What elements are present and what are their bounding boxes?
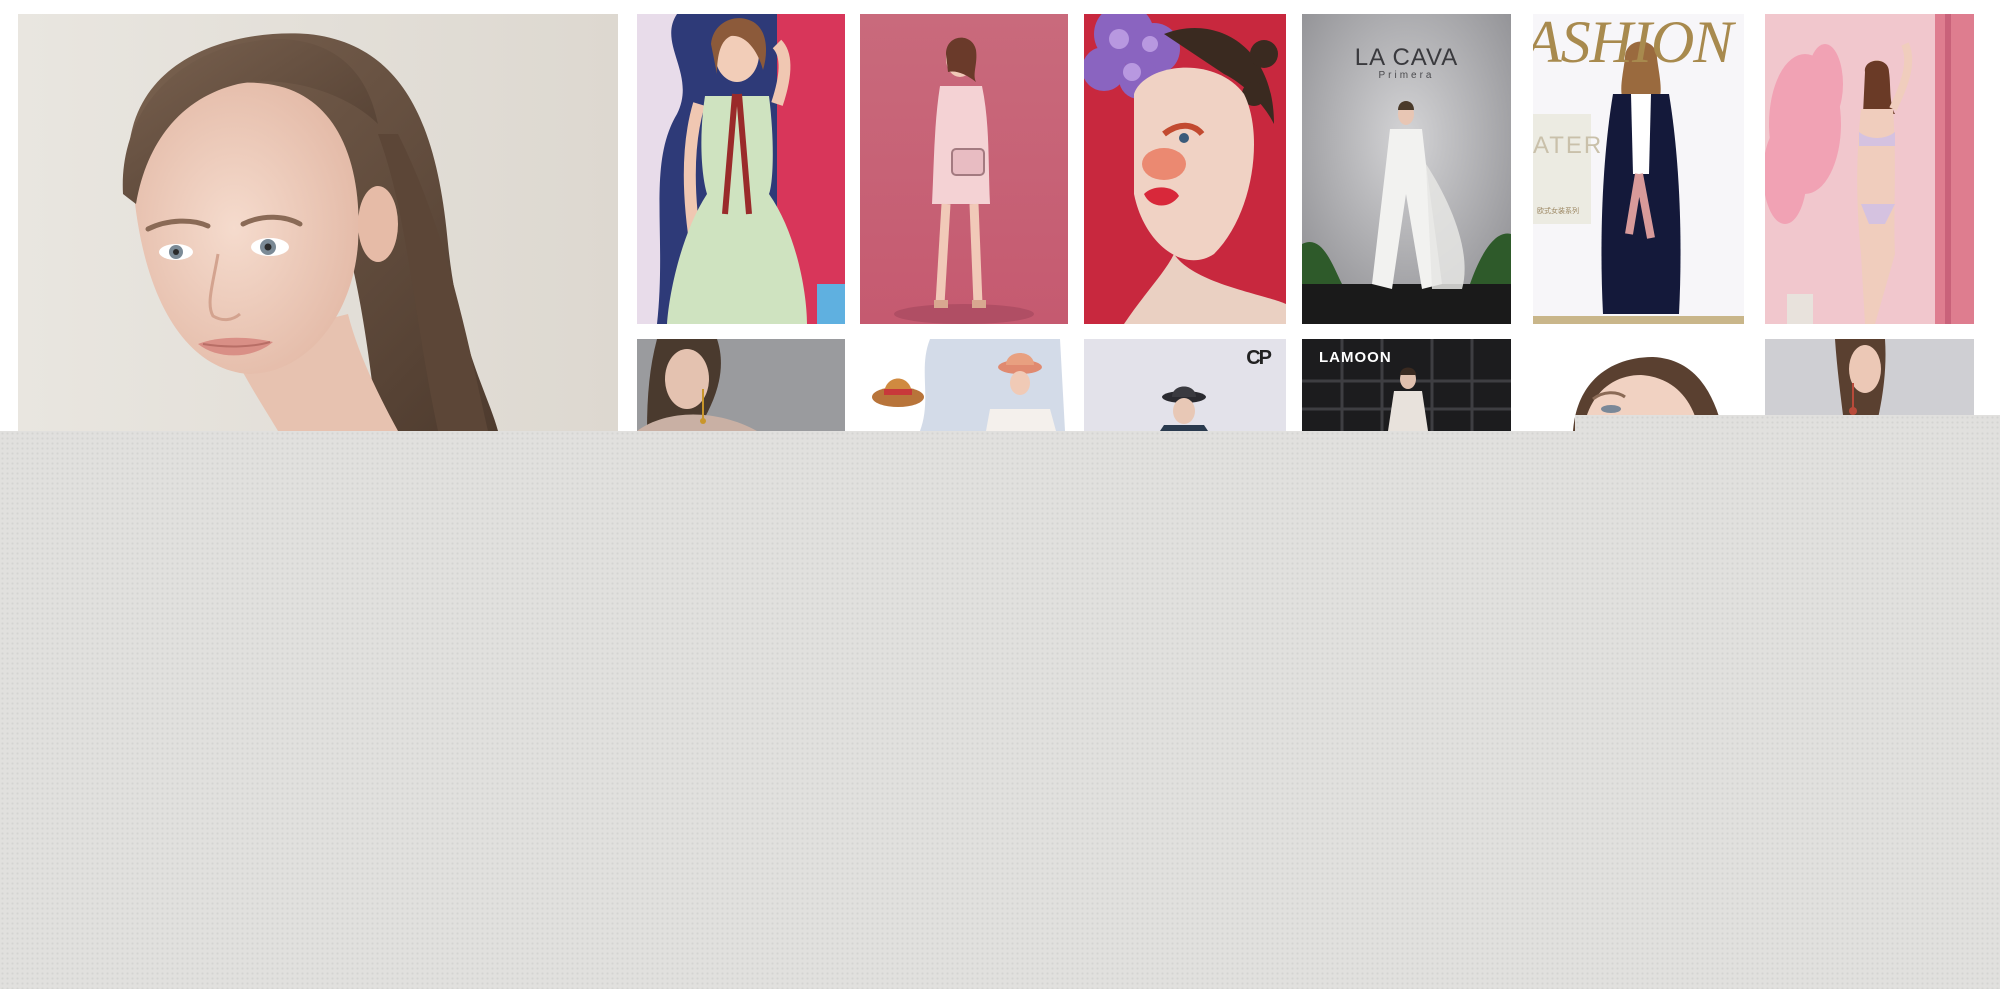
pink-dress-image bbox=[860, 14, 1068, 324]
gallery-tile-pink-dress[interactable] bbox=[860, 14, 1068, 324]
gallery-tile-mint-dress[interactable] bbox=[637, 14, 845, 324]
gallery-tile-hero-portrait[interactable] bbox=[18, 14, 618, 431]
gallery-tile-black-hat[interactable]: CP bbox=[1084, 339, 1286, 431]
navy-cardigan-image bbox=[1533, 14, 1744, 324]
gallery-tile-lace-dress[interactable]: LAMOON bbox=[1302, 339, 1511, 431]
mint-dress-image bbox=[637, 14, 845, 324]
overlay-notch bbox=[1575, 415, 2000, 431]
red-makeup-image bbox=[1084, 14, 1286, 324]
gallery-tile-white-gown[interactable]: LA CAVA Primera bbox=[1302, 14, 1511, 324]
white-gown-image bbox=[1302, 14, 1511, 324]
lace-dress-image bbox=[1302, 339, 1511, 431]
gallery-tile-straw-hats[interactable] bbox=[860, 339, 1068, 431]
hero-portrait-image bbox=[18, 14, 618, 431]
straw-hats-image bbox=[860, 339, 1068, 431]
gallery-tile-red-makeup[interactable] bbox=[1084, 14, 1286, 324]
gallery-tile-lingerie[interactable] bbox=[1765, 14, 1974, 324]
lingerie-image bbox=[1765, 14, 1974, 324]
loading-overlay bbox=[0, 431, 2000, 989]
black-hat-image bbox=[1084, 339, 1286, 431]
gallery-tile-earrings-model[interactable] bbox=[637, 339, 845, 431]
earrings-model-image bbox=[637, 339, 845, 431]
photo-gallery: LA CAVA Primera ASHION ATER 欧式女装系列 CP LA… bbox=[0, 0, 2000, 431]
gallery-tile-navy-cardigan[interactable]: ASHION ATER 欧式女装系列 bbox=[1533, 14, 1744, 324]
